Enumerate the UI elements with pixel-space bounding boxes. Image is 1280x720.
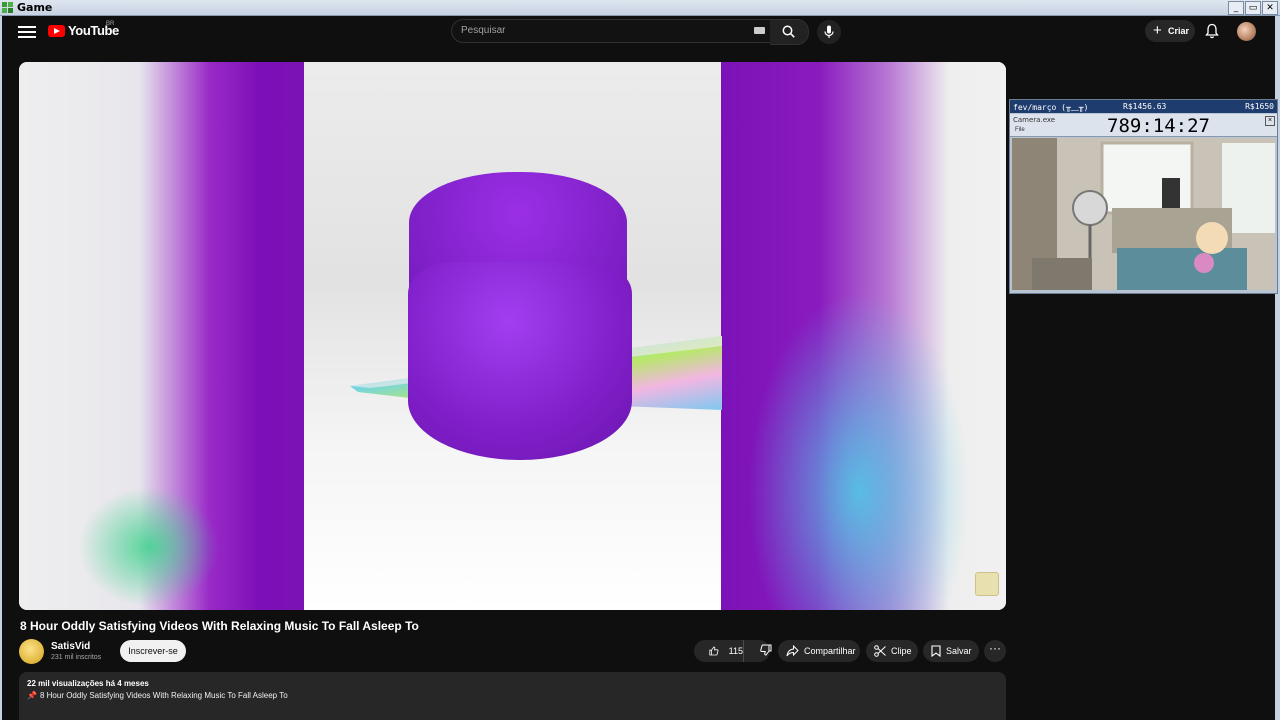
thumbs-up-icon — [709, 646, 719, 656]
youtube-header: YouTube BR Pesquisar + Criar — [0, 16, 1275, 50]
channel-avatar[interactable] — [19, 639, 44, 664]
clip-label: Clipe — [891, 646, 912, 656]
thumbs-down-icon — [760, 644, 772, 656]
camera-close-icon[interactable]: × — [1265, 116, 1275, 126]
create-button[interactable]: + Criar — [1145, 20, 1195, 42]
more-actions-button[interactable]: ··· — [984, 640, 1006, 662]
video-title: 8 Hour Oddly Satisfying Videos With Rela… — [20, 619, 419, 633]
dislike-button[interactable] — [744, 644, 777, 658]
purple-kinetic-sand-front — [408, 262, 632, 460]
scissors-icon — [874, 645, 886, 657]
save-label: Salvar — [946, 646, 972, 656]
overlay-goal-bar: fev/março (╥﹏╥) R$1456.63 R$1650 — [1010, 100, 1277, 113]
youtube-logo[interactable]: YouTube BR — [48, 21, 119, 38]
channel-watermark-icon[interactable] — [975, 572, 999, 596]
video-frame: @SatisVid — [304, 62, 722, 610]
like-dislike-group: 115 — [694, 640, 772, 662]
description-box[interactable]: 22 mil visualizações há 4 meses 📌 8 Hour … — [19, 672, 1006, 720]
minimize-button[interactable]: _ — [1228, 1, 1244, 15]
description-first-line: 📌 8 Hour Oddly Satisfying Videos With Rel… — [27, 691, 288, 700]
search-input[interactable]: Pesquisar — [451, 19, 772, 43]
save-button[interactable]: Salvar — [923, 640, 979, 662]
close-window-button[interactable]: ✕ — [1262, 1, 1278, 15]
share-button[interactable]: Compartilhar — [778, 640, 860, 662]
create-label: Criar — [1168, 26, 1190, 36]
channel-name[interactable]: SatisVid — [51, 641, 90, 652]
camera-window-title: Camera.exe — [1013, 116, 1056, 124]
account-avatar[interactable] — [1237, 22, 1256, 41]
plus-icon: + — [1153, 22, 1162, 39]
like-count: 115 — [728, 646, 743, 656]
camera-menu-file[interactable]: File — [1015, 127, 1025, 133]
subscribe-button[interactable]: Inscrever-se — [120, 640, 186, 662]
window-titlebar: Game _ ▭ ✕ — [0, 0, 1280, 16]
window-title: Game — [17, 1, 53, 14]
like-button[interactable]: 115 — [694, 640, 744, 662]
hamburger-menu-icon[interactable] — [18, 23, 36, 41]
search-icon — [782, 25, 795, 38]
overlay-amount-goal: R$1650 — [1245, 102, 1274, 111]
pushpin-icon: 📌 — [27, 691, 37, 700]
overlay-amount-current: R$1456.63 — [1123, 102, 1167, 111]
channel-subscriber-count: 231 mil inscritos — [51, 654, 102, 661]
maximize-button[interactable]: ▭ — [1245, 1, 1261, 15]
overlay-period: fev/março (╥﹏╥) — [1013, 103, 1089, 112]
youtube-play-icon — [48, 24, 65, 37]
stream-timer: 789:14:27 — [1107, 115, 1210, 137]
bookmark-icon — [931, 645, 941, 657]
search-button[interactable] — [770, 19, 809, 45]
share-arrow-icon — [786, 645, 799, 657]
webcam-feed — [1012, 138, 1275, 290]
video-player[interactable]: @SatisVid — [19, 62, 1006, 610]
stream-overlay-panel: fev/março (╥﹏╥) R$1456.63 R$1650 Camera.… — [1009, 99, 1278, 294]
video-watermark: @SatisVid — [454, 580, 552, 603]
notifications-bell-icon[interactable] — [1205, 23, 1219, 39]
camera-window-titlebar: Camera.exe File 789:14:27 × — [1010, 114, 1277, 137]
view-count-and-date: 22 mil visualizações há 4 meses — [27, 679, 149, 688]
app-icon — [2, 2, 13, 13]
webcam-room-scene — [1012, 138, 1275, 290]
search-placeholder: Pesquisar — [461, 25, 506, 36]
share-label: Compartilhar — [804, 646, 856, 656]
description-first-line-text: 8 Hour Oddly Satisfying Videos With Rela… — [39, 691, 288, 700]
region-code: BR — [106, 21, 115, 27]
microphone-icon — [824, 25, 834, 38]
window-border-left — [0, 16, 2, 720]
keyboard-icon[interactable] — [754, 27, 765, 34]
clip-button[interactable]: Clipe — [866, 640, 918, 662]
voice-search-button[interactable] — [817, 20, 841, 44]
